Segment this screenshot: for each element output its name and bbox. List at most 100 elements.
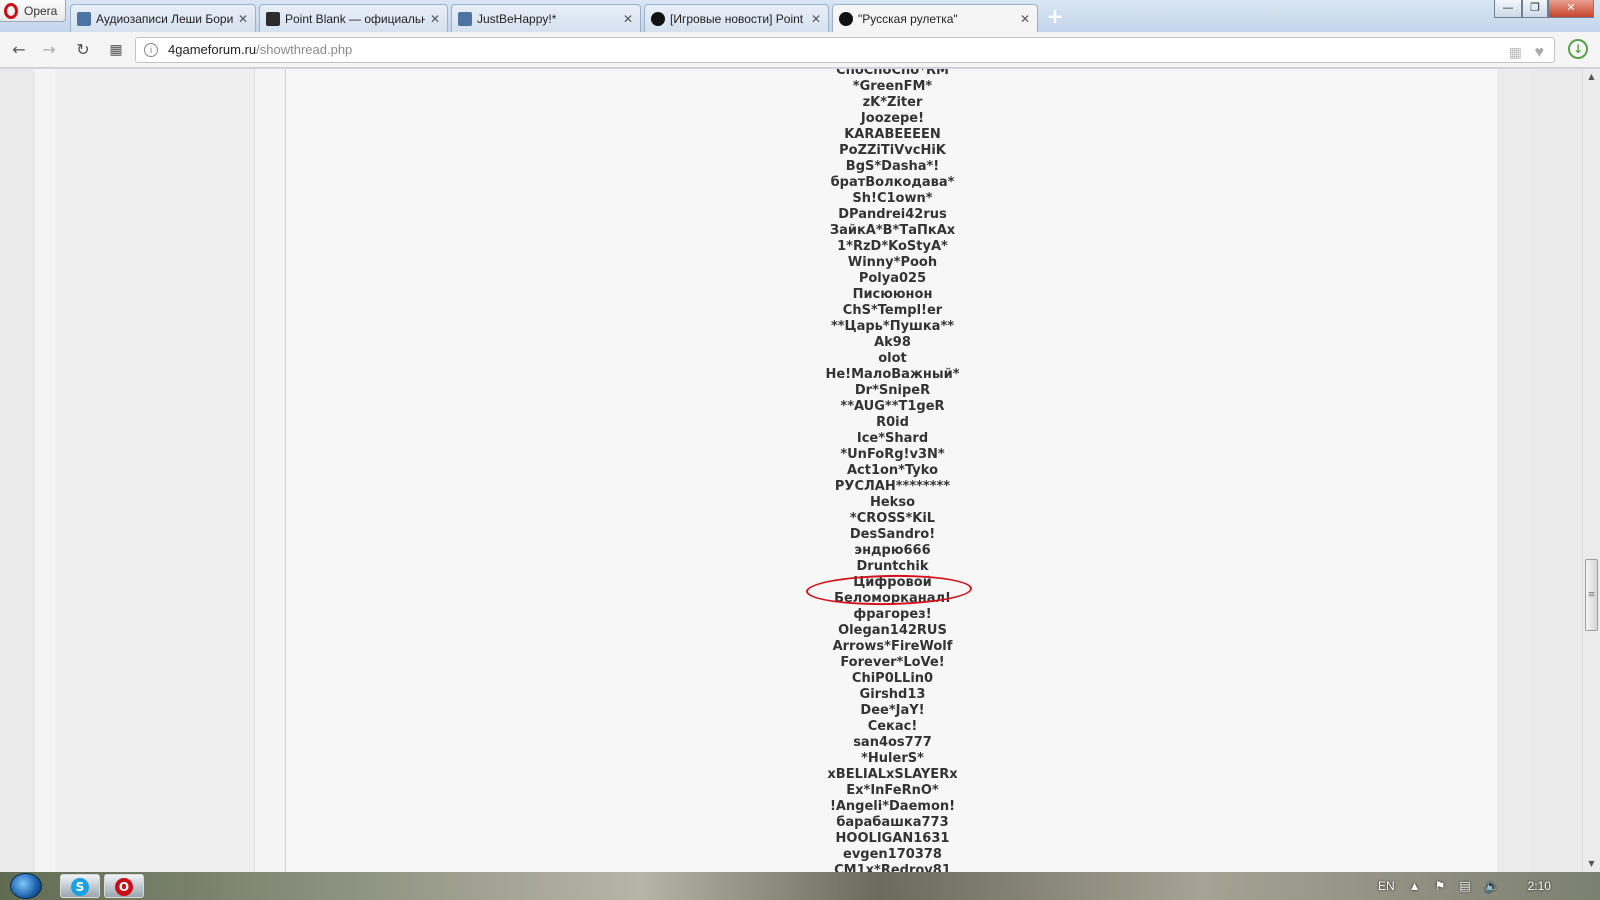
scroll-up-arrow-icon[interactable]: ▲ xyxy=(1583,69,1600,85)
tab-pointblank[interactable]: Point Blank — официальн ✕ xyxy=(259,4,448,32)
player-name: Ak98 xyxy=(874,335,911,350)
tab-strip: Opera Аудиозаписи Леши Бори ✕ Point Blan… xyxy=(0,0,1600,33)
system-tray: EN ▲ ⚑ ▤ 🔈 2:10 xyxy=(1378,872,1565,900)
tab-close-icon[interactable]: ✕ xyxy=(429,12,441,26)
back-arrow-icon[interactable]: ← xyxy=(8,39,30,61)
player-name: KARABEEEEN xyxy=(844,127,941,142)
vk-icon xyxy=(77,11,91,26)
player-name: R0id xyxy=(876,415,909,430)
player-name: Arrows*FireWolf xyxy=(832,639,953,654)
url-host: 4gameforum.ru xyxy=(168,42,257,57)
player-name: Druntchik xyxy=(856,559,929,574)
download-icon[interactable]: ↓ xyxy=(1568,39,1588,59)
stash-icon[interactable]: ▦ xyxy=(1509,40,1522,64)
forward-arrow-icon[interactable]: → xyxy=(38,39,60,61)
player-name: PoZZiTiVvcHiK xyxy=(839,143,946,158)
player-name: Dee*JaY! xyxy=(860,703,925,718)
player-name: Forever*LoVe! xyxy=(840,655,945,670)
player-name: Girshd13 xyxy=(859,687,926,702)
player-name: эндрю666 xyxy=(854,543,931,558)
tab-title: Аудиозаписи Леши Бори xyxy=(96,11,233,26)
page-right-margin xyxy=(1497,69,1531,872)
opera-icon: O xyxy=(115,878,133,896)
tab-title: "Русская рулетка" xyxy=(858,12,958,26)
vertical-scrollbar[interactable]: ▲ ≡ ▼ xyxy=(1582,69,1600,872)
tab-game-news[interactable]: [Игровые новости] Point ✕ xyxy=(644,4,829,32)
player-name: DPandrei42rus xyxy=(838,207,947,222)
player-name: 1*RzD*KoStyA* xyxy=(837,239,948,254)
player-name: Winny*Pooh xyxy=(847,255,938,270)
player-name: zK*Ziter xyxy=(862,95,923,110)
player-name: **AUG**T1geR xyxy=(840,399,945,414)
player-name: Dr*SnipeR xyxy=(854,383,931,398)
tab-russian-roulette[interactable]: "Русская рулетка" ✕ xyxy=(832,4,1038,33)
browser-toolbar: ← → ↻ ▦ i 4gameforum.ru/showthread.php ▦… xyxy=(0,32,1600,68)
player-name: братВолкодава* xyxy=(830,175,955,190)
player-name: Hekso xyxy=(869,495,915,510)
player-name: фрагорез! xyxy=(853,607,932,622)
windows-taskbar: S O EN ▲ ⚑ ▤ 🔈 2:10 xyxy=(0,872,1600,900)
tab-justbehappy[interactable]: JustBeHappy!* ✕ xyxy=(451,4,641,32)
pointblank-icon xyxy=(266,11,280,26)
tab-close-icon[interactable]: ✕ xyxy=(1019,12,1031,26)
tab-audio[interactable]: Аудиозаписи Леши Бори ✕ xyxy=(70,4,256,32)
opera-logo-icon xyxy=(4,2,18,19)
player-name: Polya025 xyxy=(858,271,927,286)
reload-icon[interactable]: ↻ xyxy=(72,39,94,61)
player-name: DesSandro! xyxy=(849,527,936,542)
close-window-button[interactable]: ✕ xyxy=(1548,0,1594,18)
player-name: Цифровой xyxy=(853,575,932,590)
player-name: Не!МалоВажный* xyxy=(825,367,960,382)
player-name: *HulerS* xyxy=(861,751,924,766)
minimize-button[interactable]: — xyxy=(1494,0,1522,18)
player-name: CM1x*Redrov81 xyxy=(834,863,951,872)
player-name: !Angeli*Daemon! xyxy=(829,799,956,814)
tab-title: JustBeHappy!* xyxy=(477,11,557,26)
player-name: xBELIALxSLAYERx xyxy=(827,767,958,782)
tab-title: [Игровые новости] Point xyxy=(670,11,804,26)
language-indicator[interactable]: EN xyxy=(1378,879,1395,893)
network-icon[interactable]: ▤ xyxy=(1459,879,1470,893)
player-name: Sh!C1own* xyxy=(852,191,933,206)
player-name: Ex*InFeRnO* xyxy=(846,783,939,798)
player-name: san4os777 xyxy=(853,735,932,750)
tab-title: Point Blank — официальн xyxy=(285,11,425,26)
player-name: ChiP0LLin0 xyxy=(851,671,934,686)
vk-icon xyxy=(458,11,472,26)
4game-icon xyxy=(839,12,853,26)
opera-menu-button[interactable]: Opera xyxy=(0,0,66,22)
scroll-thumb[interactable]: ≡ xyxy=(1585,559,1598,631)
maximize-button[interactable]: ❐ xyxy=(1522,0,1548,18)
player-name: Ice*Shard xyxy=(856,431,929,446)
player-name: olot xyxy=(878,351,907,366)
player-name: Act1on*Tyko xyxy=(846,463,939,478)
post-author-column xyxy=(55,69,255,872)
skype-icon: S xyxy=(71,878,89,896)
new-tab-button[interactable]: + xyxy=(1044,6,1066,28)
player-name: Писююнон xyxy=(852,287,933,302)
speed-dial-icon[interactable]: ▦ xyxy=(105,39,127,61)
tab-close-icon[interactable]: ✕ xyxy=(622,12,634,26)
tray-arrow-icon[interactable]: ▲ xyxy=(1409,879,1421,893)
player-name: РУСЛАН******** xyxy=(834,479,951,494)
page-viewport: ChoChoCho*RM *GreenFM* zK*Ziter Joozepe! KAR… xyxy=(0,69,1600,872)
player-name: *GreenFM* xyxy=(852,79,933,94)
address-bar[interactable]: i 4gameforum.ru/showthread.php ▦ ♥ xyxy=(135,37,1555,63)
opera-taskbar-button[interactable]: O xyxy=(104,874,144,898)
player-name-list: ChoChoCho*RM *GreenFM* zK*Ziter Joozepe! KAR… xyxy=(286,69,1499,872)
start-button[interactable] xyxy=(10,873,42,899)
volume-icon[interactable]: 🔈 xyxy=(1485,879,1500,893)
scroll-down-arrow-icon[interactable]: ▼ xyxy=(1583,856,1600,872)
clock[interactable]: 2:10 xyxy=(1528,879,1551,893)
player-name-highlighted: Беломорканал! xyxy=(834,591,951,606)
action-center-icon[interactable]: ⚑ xyxy=(1435,879,1446,893)
bookmark-heart-icon[interactable]: ♥ xyxy=(1535,41,1545,65)
player-name: evgen170378 xyxy=(843,847,942,862)
tab-close-icon[interactable]: ✕ xyxy=(810,12,822,26)
opera-menu-label: Opera xyxy=(24,3,58,18)
tab-close-icon[interactable]: ✕ xyxy=(237,12,249,26)
skype-taskbar-button[interactable]: S xyxy=(60,874,100,898)
player-name: ChoChoCho*RM xyxy=(836,69,949,78)
player-name: Секас! xyxy=(867,719,918,734)
site-info-icon[interactable]: i xyxy=(144,43,158,57)
